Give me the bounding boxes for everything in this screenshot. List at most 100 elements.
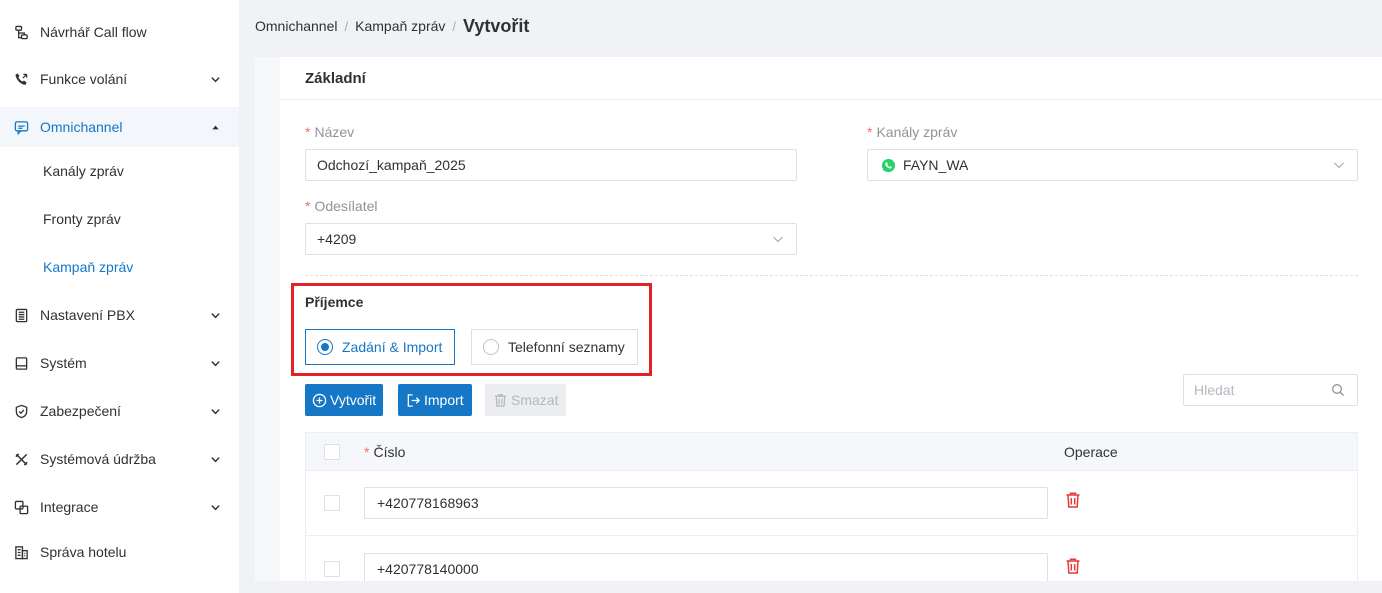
chevron-down-icon xyxy=(1333,159,1345,171)
sidebar-item-system-maintenance[interactable]: Systémová údržba xyxy=(0,439,239,479)
page-footer-gap xyxy=(255,581,1382,593)
delete-row-icon[interactable] xyxy=(1064,491,1082,509)
table-row: +420778168963 xyxy=(306,471,1357,536)
chevron-down-icon xyxy=(209,73,221,85)
chevron-up-icon xyxy=(209,121,221,133)
name-label-text: Název xyxy=(314,124,355,140)
column-header-number-text: Číslo xyxy=(373,444,406,460)
flow-designer-icon xyxy=(13,24,29,40)
required-mark: * xyxy=(305,198,311,214)
system-icon xyxy=(13,355,29,371)
sidebar-item-label: Integrace xyxy=(40,499,99,515)
sidebar-item-hotel-management[interactable]: Správa hotelu xyxy=(0,532,239,572)
sidebar-item-label: Systém xyxy=(40,355,87,371)
sidebar-item-label: Správa hotelu xyxy=(40,544,127,560)
chevron-down-icon xyxy=(209,453,221,465)
channels-label-text: Kanály zpráv xyxy=(876,124,958,140)
breadcrumb-separator: / xyxy=(452,18,457,34)
name-input[interactable]: Odchozí_kampaň_2025 xyxy=(305,149,797,181)
sidebar-item-omnichannel[interactable]: Omnichannel xyxy=(0,107,239,147)
table-header: * Číslo Operace xyxy=(306,433,1357,471)
number-input[interactable]: +420778168963 xyxy=(364,487,1048,519)
sidebar-subitem-message-channels[interactable]: Kanály zpráv xyxy=(0,151,239,191)
pbx-settings-icon xyxy=(13,307,29,323)
chevron-down-icon xyxy=(209,405,221,417)
sender-label: * Odesílatel xyxy=(305,198,378,214)
recipients-title: Příjemce xyxy=(305,294,364,310)
phone-icon xyxy=(13,71,29,87)
integration-icon xyxy=(13,499,29,515)
table-row: +420778140000 xyxy=(306,537,1357,581)
import-button-label: Import xyxy=(424,392,464,408)
sidebar-subitem-label: Fronty zpráv xyxy=(43,211,121,227)
channels-select-value: FAYN_WA xyxy=(903,157,969,173)
recipients-table: * Číslo Operace +420778168963 +4207781400… xyxy=(305,432,1358,581)
sender-select[interactable]: +4209 xyxy=(305,223,797,255)
row-checkbox[interactable] xyxy=(324,561,340,577)
chat-icon xyxy=(13,119,29,135)
main-panel: Základní * Název Odchozí_kampaň_2025 * Kan… xyxy=(255,57,1382,581)
sidebar-item-pbx-settings[interactable]: Nastavení PBX xyxy=(0,295,239,335)
radio-label: Zadání & Import xyxy=(342,339,443,355)
chevron-down-icon xyxy=(209,501,221,513)
sidebar-subitem-message-campaign[interactable]: Kampaň zpráv xyxy=(0,247,239,287)
radio-checked-icon xyxy=(317,339,333,355)
search-icon xyxy=(1331,383,1345,397)
sidebar-item-integration[interactable]: Integrace xyxy=(0,487,239,527)
sender-select-value: +4209 xyxy=(317,231,357,247)
page-title: Vytvořit xyxy=(463,15,530,36)
required-mark: * xyxy=(867,124,873,140)
section-header: Základní xyxy=(280,57,1382,100)
number-input-value: +420778168963 xyxy=(377,495,479,511)
section-title: Základní xyxy=(305,70,366,87)
create-button-label: Vytvořit xyxy=(330,392,377,408)
sidebar-item-label: Funkce volání xyxy=(40,71,128,87)
sidebar-subitem-label: Kanály zpráv xyxy=(43,163,124,179)
delete-button-label: Smazat xyxy=(511,392,559,408)
breadcrumb-separator: / xyxy=(344,18,349,34)
column-header-operations: Operace xyxy=(1064,444,1118,460)
sidebar-item-label: Návrhář Call flow xyxy=(40,24,147,40)
hotel-icon xyxy=(13,544,29,560)
sidebar: Návrhář Call flow Funkce volání Omnichan… xyxy=(0,0,239,593)
number-input-value: +420778140000 xyxy=(377,561,479,577)
required-mark: * xyxy=(364,444,370,460)
delete-button[interactable]: Smazat xyxy=(485,384,567,416)
sidebar-item-system[interactable]: Systém xyxy=(0,343,239,383)
breadcrumb-message-campaign[interactable]: Kampaň zpráv xyxy=(355,18,445,34)
search-input[interactable]: Hledat xyxy=(1183,374,1358,406)
name-label: * Název xyxy=(305,124,354,140)
sidebar-item-label: Nastavení PBX xyxy=(40,307,135,323)
row-checkbox[interactable] xyxy=(324,495,340,511)
select-all-checkbox[interactable] xyxy=(324,444,340,460)
shield-icon xyxy=(13,403,29,419)
name-input-value: Odchozí_kampaň_2025 xyxy=(317,157,466,173)
number-input[interactable]: +420778140000 xyxy=(364,553,1048,581)
sidebar-item-callflow-designer[interactable]: Návrhář Call flow xyxy=(0,12,239,52)
chevron-down-icon xyxy=(772,233,784,245)
create-button[interactable]: Vytvořit xyxy=(305,384,384,416)
sidebar-item-label: Zabezpečení xyxy=(40,403,121,419)
search-placeholder: Hledat xyxy=(1194,382,1235,398)
import-icon xyxy=(407,393,421,407)
column-header-number: * Číslo xyxy=(364,444,405,460)
channels-select[interactable]: FAYN_WA xyxy=(867,149,1358,181)
radio-unchecked-icon xyxy=(483,339,499,355)
sidebar-item-security[interactable]: Zabezpečení xyxy=(0,391,239,431)
breadcrumb: Omnichannel / Kampaň zpráv / Vytvořit xyxy=(255,14,529,38)
delete-row-icon[interactable] xyxy=(1064,557,1082,575)
chevron-down-icon xyxy=(209,357,221,369)
radio-phonebooks[interactable]: Telefonní seznamy xyxy=(471,329,638,365)
radio-manual-import[interactable]: Zadání & Import xyxy=(305,329,455,365)
trash-icon xyxy=(494,393,507,407)
whatsapp-icon xyxy=(881,158,896,173)
sidebar-subitem-message-queues[interactable]: Fronty zpráv xyxy=(0,199,239,239)
panel-gutter xyxy=(255,57,280,581)
chevron-down-icon xyxy=(209,309,221,321)
breadcrumb-omnichannel[interactable]: Omnichannel xyxy=(255,18,338,34)
sidebar-item-call-features[interactable]: Funkce volání xyxy=(0,59,239,99)
sidebar-item-label: Systémová údržba xyxy=(40,451,156,467)
sidebar-subitem-label: Kampaň zpráv xyxy=(43,259,134,275)
radio-label: Telefonní seznamy xyxy=(508,339,625,355)
import-button[interactable]: Import xyxy=(398,384,472,416)
